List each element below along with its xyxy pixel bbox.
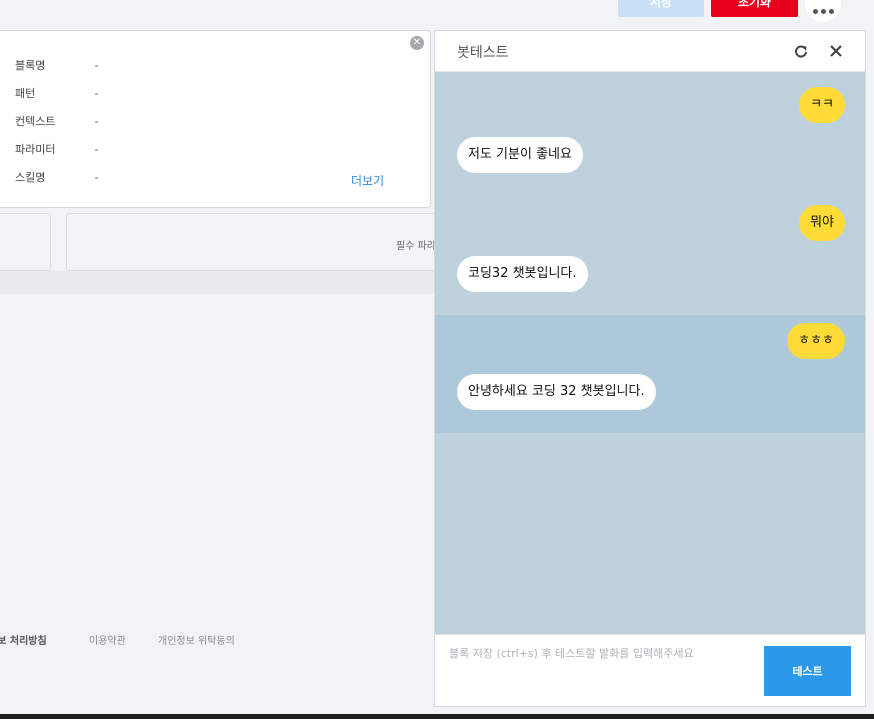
user-message: ㅋㅋ xyxy=(799,87,845,123)
test-button[interactable]: 테스트 xyxy=(764,646,851,696)
user-message: 뭐야 xyxy=(799,205,845,241)
message-input-area: 테스트 xyxy=(435,634,865,706)
message-input[interactable] xyxy=(449,645,759,693)
chat-area[interactable]: ㅋㅋ 저도 기분이 좋네요 뭐야 코딩32 챗봇입니다. ㅎㅎㅎ 안녕하세요 코… xyxy=(435,72,865,634)
dot-icon xyxy=(828,8,834,14)
reset-button[interactable]: 초기화 xyxy=(711,0,798,17)
close-icon[interactable] xyxy=(825,40,847,62)
info-row-skill-name: 스킬명 - xyxy=(15,169,98,185)
info-label: 패턴 xyxy=(15,87,36,100)
info-row-pattern: 패턴 - xyxy=(15,85,98,101)
required-parameter-box: 필수 파라 xyxy=(66,213,446,271)
info-value: - xyxy=(94,87,99,100)
info-value: - xyxy=(94,59,99,72)
info-value: - xyxy=(94,143,99,156)
close-icon[interactable]: ✕ xyxy=(410,36,424,50)
info-label: 스킬명 xyxy=(15,171,46,184)
parameter-box xyxy=(0,213,51,271)
section-divider xyxy=(0,271,440,294)
user-message: ㅎㅎㅎ xyxy=(787,323,845,359)
panel-title: 봇테스트 xyxy=(457,45,509,61)
info-row-block-name: 블록명 - xyxy=(15,57,98,73)
info-label: 파라미터 xyxy=(15,143,56,156)
save-button[interactable]: 저장 xyxy=(618,0,704,17)
bot-message: 안녕하세요 코딩 32 챗봇입니다. xyxy=(457,374,656,410)
info-label: 블록명 xyxy=(15,59,46,72)
consignment-link[interactable]: 개인정보 위탁동의 xyxy=(158,632,235,647)
info-value: - xyxy=(94,171,99,184)
info-row-parameter: 파라미터 - xyxy=(15,141,98,157)
more-link[interactable]: 더보기 xyxy=(351,172,384,189)
block-info-card: ✕ 블록명 - 패턴 - 컨텍스트 - 파라미터 - 스킬명 - 더보기 xyxy=(0,30,431,208)
refresh-icon[interactable] xyxy=(790,40,812,62)
privacy-policy-link[interactable]: 정보 처리방침 xyxy=(0,632,47,647)
dot-icon xyxy=(812,8,818,14)
terms-link[interactable]: 이용약관 xyxy=(89,632,126,647)
info-row-context: 컨텍스트 - xyxy=(15,113,98,129)
bot-message: 코딩32 챗봇입니다. xyxy=(457,256,588,292)
info-label: 컨텍스트 xyxy=(15,115,56,128)
dot-icon xyxy=(820,8,826,14)
bot-test-panel: 봇테스트 ㅋㅋ 저도 기분이 좋네요 뭐야 코딩32 챗봇입니다. ㅎㅎㅎ 안녕… xyxy=(434,30,866,707)
panel-header: 봇테스트 xyxy=(435,31,865,72)
taskbar-edge xyxy=(0,714,874,719)
info-value: - xyxy=(94,115,99,128)
required-parameter-label: 필수 파라 xyxy=(396,241,436,252)
more-options-icon[interactable] xyxy=(805,0,841,22)
bot-message: 저도 기분이 좋네요 xyxy=(457,137,583,173)
